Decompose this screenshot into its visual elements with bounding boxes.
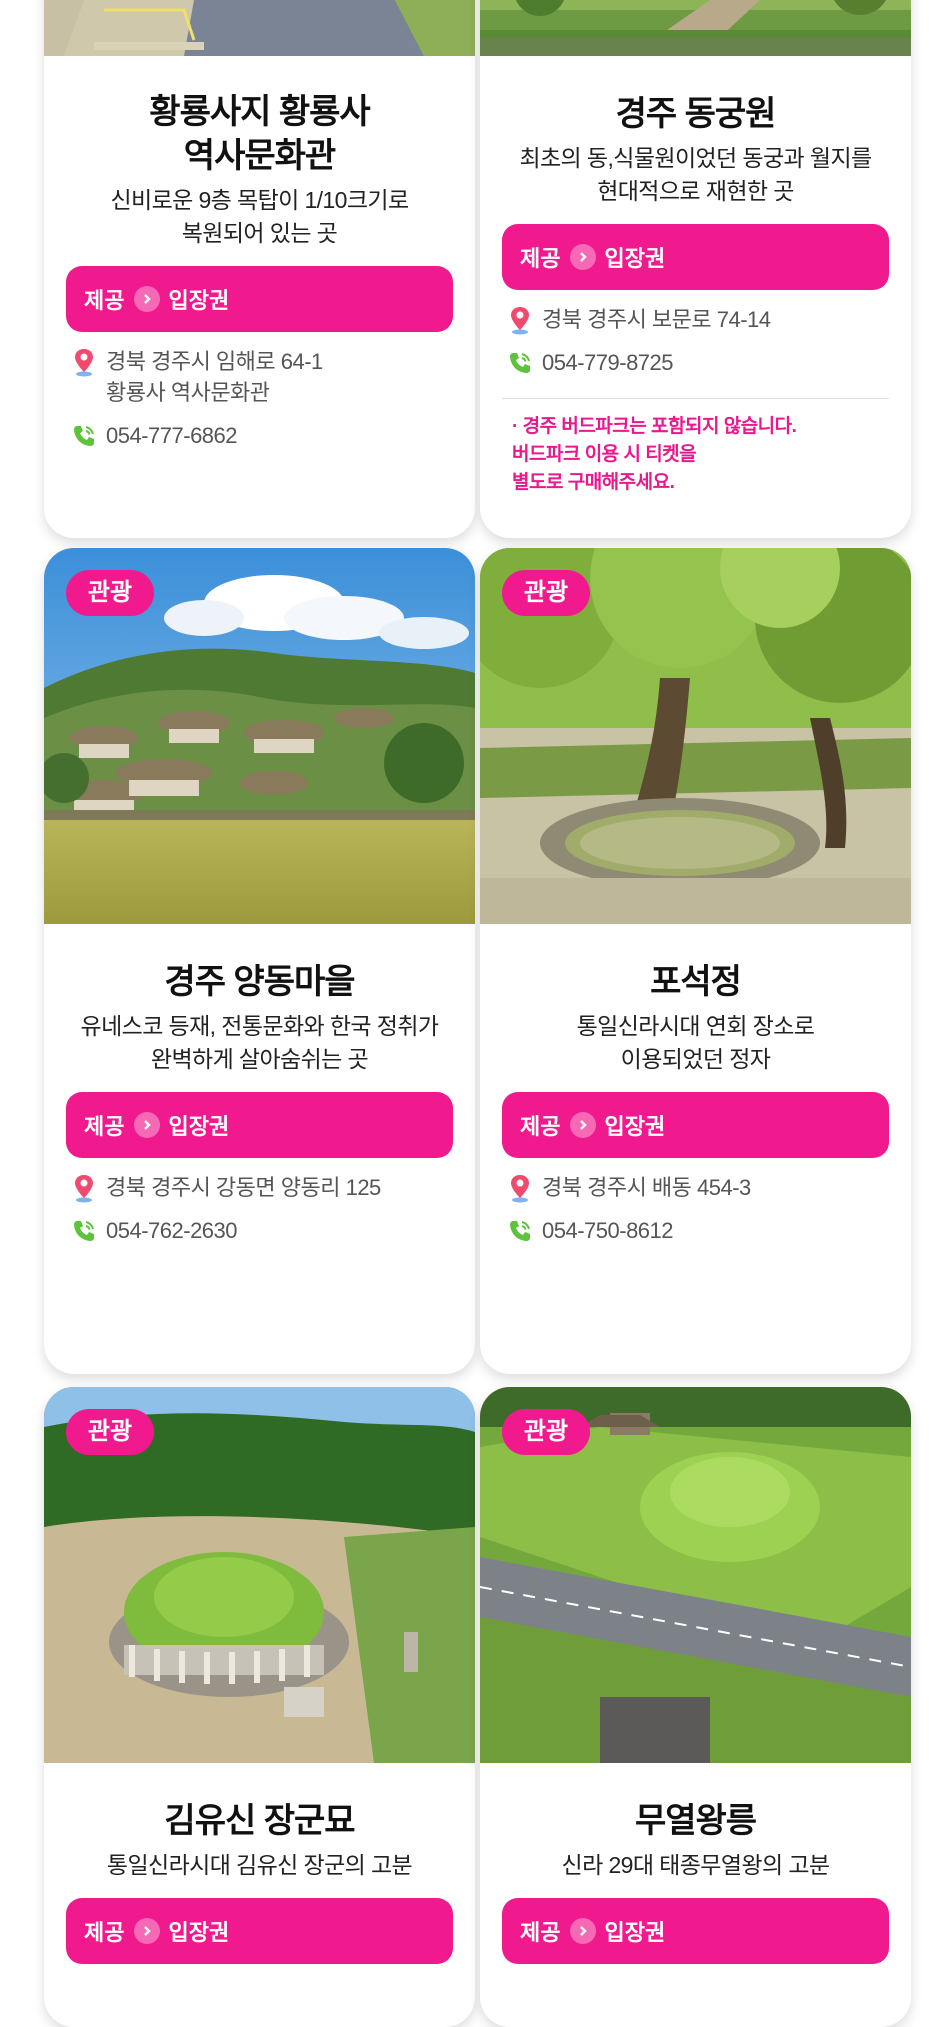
phone-row[interactable]: 054-777-6862 [70,420,453,451]
provided-label: 제공 [520,1920,561,1945]
phone-row[interactable]: 054-762-2630 [70,1215,453,1246]
address-row: 경북 경주시 보문로 74-14 [506,304,889,335]
phone-icon [506,347,534,378]
category-tag: 관광 [502,570,590,616]
phone-text: 054-762-2630 [106,1218,238,1243]
category-tag: 관광 [66,570,154,616]
card-description: 신비로운 9층 목탑이 1/10크기로 복원되어 있는 곳 [110,187,409,246]
card-description: 신라 29대 태종무열왕의 고분 [561,1852,831,1878]
attraction-card-hwangnyongsa: 황룡사지 황룡사 역사문화관 신비로운 9층 목탑이 1/10크기로 복원되어 … [44,0,475,538]
poseokjeong-photo: 관광 [480,548,911,924]
card-description: 최초의 동,식물원이었던 동궁과 월지를 현대적으로 재현한 곳 [519,145,872,204]
address-text: 경북 경주시 보문로 74-14 [542,307,771,332]
phone-row[interactable]: 054-779-8725 [506,347,889,378]
attraction-card-yangdong: 관광 경주 양동마을 유네스코 등재, 전통문화와 한국 정취가 완벽하게 살아… [44,548,475,1374]
chevron-right-icon [134,286,161,312]
card-title: 김유신 장군묘 [164,1802,355,1840]
address-row: 경북 경주시 배동 454-3 [506,1172,889,1203]
card-title: 경주 동궁원 [615,95,777,133]
address-text: 경북 경주시 임해로 64-1 황룡사 역사문화관 [106,349,323,405]
hwangnyongsa-photo [44,0,475,56]
donggungwon-photo [480,0,911,56]
chevron-right-icon [134,1918,161,1944]
phone-text: 054-750-8612 [542,1218,674,1243]
ticket-label: 입장권 [604,246,666,271]
divider [502,398,889,399]
notice-text: · 경주 버드파크는 포함되지 않습니다. 버드파크 이용 시 티켓을 별도로 … [512,416,797,493]
phone-text: 054-779-8725 [542,350,674,375]
category-tag: 관광 [66,1409,154,1455]
provided-label: 제공 [520,246,561,271]
attraction-card-donggungwon: 경주 동궁원 최초의 동,식물원이었던 동궁과 월지를 현대적으로 재현한 곳 … [480,0,911,538]
card-title: 포석정 [650,963,742,1001]
address-row: 경북 경주시 강동면 양동리 125 [70,1172,453,1203]
ticket-button[interactable]: 제공 입장권 [66,1898,453,1964]
card-description: 통일신라시대 연회 장소로 이용되었던 정자 [576,1013,815,1072]
ticket-button[interactable]: 제공 입장권 [66,266,453,332]
chevron-right-icon [570,1918,597,1944]
provided-label: 제공 [84,1920,125,1945]
category-tag: 관광 [502,1409,590,1455]
provided-label: 제공 [84,1114,125,1139]
provided-label: 제공 [520,1114,561,1139]
muyeol-tomb-photo: 관광 [480,1387,911,1763]
ticket-button[interactable]: 제공 입장권 [502,1092,889,1158]
ticket-label: 입장권 [168,1114,230,1139]
ticket-button[interactable]: 제공 입장권 [66,1092,453,1158]
card-title: 황룡사지 황룡사 역사문화관 [149,93,370,175]
map-pin-icon [506,1172,534,1203]
address-text: 경북 경주시 배동 454-3 [542,1175,751,1200]
card-title: 경주 양동마을 [164,963,355,1001]
card-title: 무열왕릉 [634,1802,757,1840]
address-text: 경북 경주시 강동면 양동리 125 [106,1175,381,1200]
ticket-button[interactable]: 제공 입장권 [502,1898,889,1964]
chevron-right-icon [570,244,597,270]
yangdong-village-photo: 관광 [44,548,475,924]
address-row: 경북 경주시 임해로 64-1 황룡사 역사문화관 [70,346,453,408]
phone-row[interactable]: 054-750-8612 [506,1215,889,1246]
ticket-label: 입장권 [168,1920,230,1945]
provided-label: 제공 [84,288,125,313]
phone-icon [506,1215,534,1246]
ticket-label: 입장권 [168,288,230,313]
map-pin-icon [506,304,534,335]
map-pin-icon [70,1172,98,1203]
phone-icon [70,1215,98,1246]
ticket-label: 입장권 [604,1920,666,1945]
attraction-card-kim-yusin: 관광 김유신 장군묘 통일신라시대 김유신 장군의 고분 제공 입장권 [44,1387,475,2027]
map-pin-icon [70,346,98,377]
card-description: 통일신라시대 김유신 장군의 고분 [106,1852,413,1878]
chevron-right-icon [570,1112,597,1138]
card-description: 유네스코 등재, 전통문화와 한국 정취가 완벽하게 살아숨쉬는 곳 [80,1013,440,1072]
attraction-card-muyeol: 관광 무열왕릉 신라 29대 태종무열왕의 고분 제공 입장권 [480,1387,911,2027]
phone-text: 054-777-6862 [106,423,238,448]
ticket-label: 입장권 [604,1114,666,1139]
ticket-button[interactable]: 제공 입장권 [502,224,889,290]
phone-icon [70,420,98,451]
kim-yusin-tomb-photo: 관광 [44,1387,475,1763]
chevron-right-icon [134,1112,161,1138]
attraction-card-poseokjeong: 관광 포석정 통일신라시대 연회 장소로 이용되었던 정자 제공 입장권 경북 … [480,548,911,1374]
